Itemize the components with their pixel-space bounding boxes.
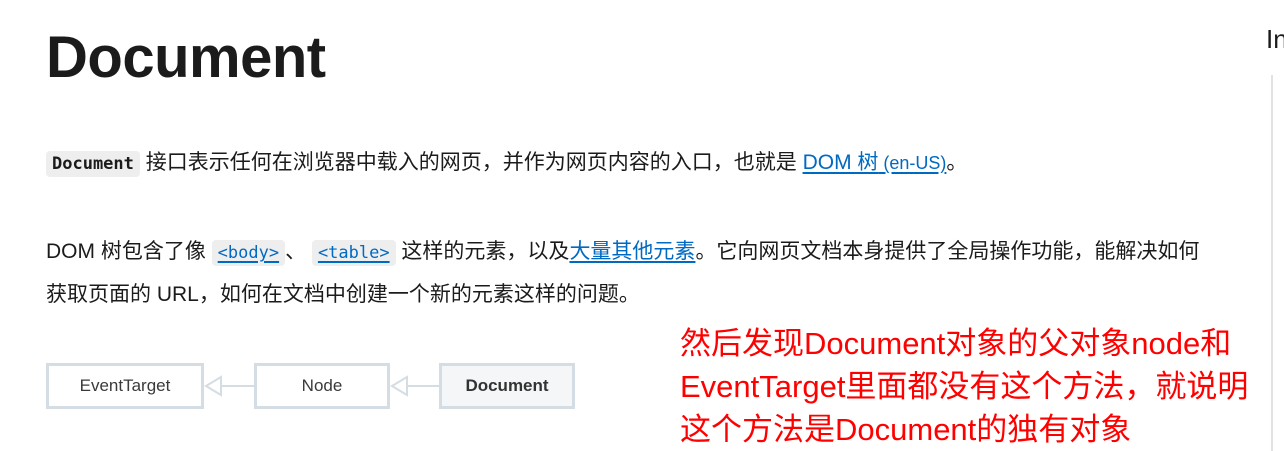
- body-code-token: <body>: [211, 240, 286, 266]
- annotation-line-2: EventTarget里面都没有这个方法，就说明: [680, 369, 1249, 404]
- mdn-document-page: Document In Document 接口表示任何在浏览器中载入的网页，并作…: [0, 0, 1284, 451]
- table-code-token: <table>: [311, 240, 396, 266]
- dom-tree-link-locale: (en-US): [878, 153, 947, 173]
- intro-paragraph: Document 接口表示任何在浏览器中载入的网页，并作为网页内容的入口，也就是…: [46, 142, 1206, 185]
- diagram-node-node[interactable]: Node: [254, 363, 390, 409]
- annotation-line-3: 这个方法是Document的独有对象: [680, 412, 1132, 447]
- inheritance-arrow-icon: [204, 375, 254, 397]
- other-elements-link[interactable]: 大量其他元素: [569, 240, 695, 263]
- intro-text: 接口表示任何在浏览器中载入的网页，并作为网页内容的入口，也就是: [139, 151, 803, 174]
- diagram-node-document: Document: [439, 363, 575, 409]
- sidebar-truncated-heading: In: [1266, 24, 1284, 54]
- description-lead: DOM 树包含了像: [46, 240, 212, 263]
- inheritance-arrow-icon: [390, 375, 439, 397]
- intro-period: 。: [946, 151, 968, 174]
- diagram-node-eventtarget[interactable]: EventTarget: [46, 363, 204, 409]
- red-annotation-note: 然后发现Document对象的父对象node和 EventTarget里面都没有…: [680, 322, 1280, 451]
- description-paragraph: DOM 树包含了像 <body>、 <table> 这样的元素，以及大量其他元素…: [46, 231, 1206, 316]
- body-element-link[interactable]: <body>: [211, 240, 286, 266]
- table-element-link[interactable]: <table>: [311, 240, 396, 266]
- document-code-token: Document: [46, 151, 140, 177]
- dom-tree-link-label: DOM 树: [802, 151, 879, 174]
- annotation-line-1: 然后发现Document对象的父对象node和: [680, 326, 1232, 361]
- description-mid: 这样的元素，以及: [395, 240, 570, 263]
- inheritance-diagram: EventTarget Node Document: [46, 363, 606, 409]
- page-title: Document: [46, 25, 326, 90]
- dom-tree-link[interactable]: DOM 树 (en-US): [803, 151, 947, 174]
- description-separator: 、: [285, 240, 312, 263]
